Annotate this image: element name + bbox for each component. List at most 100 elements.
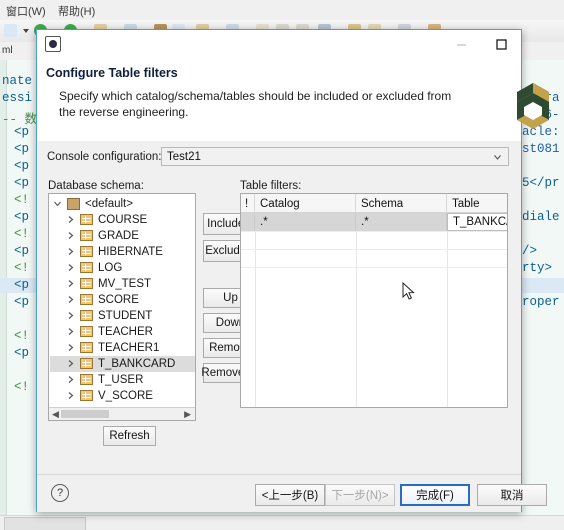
code-line: <p	[14, 295, 30, 309]
code-line: <p	[14, 278, 30, 292]
cell-schema[interactable]: .*	[356, 213, 447, 231]
tree-item-mv_test[interactable]: MV_TEST	[50, 276, 195, 292]
cancel-button[interactable]: 取消	[477, 484, 547, 506]
tree-item-label: HIBERNATE	[98, 246, 163, 258]
tree-root-default[interactable]: <default>	[50, 196, 195, 212]
toolbar-dropdown-1-icon[interactable]	[23, 29, 29, 33]
tree-item-label: TEACHER1	[98, 342, 160, 354]
chevron-right-icon[interactable]	[66, 231, 75, 240]
app-icon	[45, 36, 61, 52]
code-line: <!	[14, 380, 30, 394]
column-header-table[interactable]: Table	[447, 194, 507, 213]
tree-item-label: MV_TEST	[98, 278, 152, 290]
tree-item-label: V_SCORE	[98, 390, 153, 402]
code-line: nate	[2, 74, 33, 88]
code-line: <p	[14, 210, 30, 224]
scroll-left-icon[interactable]: ◀	[52, 409, 59, 419]
tree-item-label: STUDENT	[98, 310, 153, 322]
code-line: diale	[522, 210, 560, 224]
column-header-schema[interactable]: Schema	[356, 194, 447, 213]
chevron-right-icon[interactable]	[66, 375, 75, 384]
tree-item-course[interactable]: COURSE	[50, 212, 195, 228]
cell-catalog[interactable]: .*	[255, 213, 356, 231]
chevron-right-icon[interactable]	[66, 279, 75, 288]
tree-item-teacher1[interactable]: TEACHER1	[50, 340, 195, 356]
grid-row-divider-1	[241, 231, 507, 232]
database-schema-tree[interactable]: <default> COURSE GRADE HIBERNATE LOG MV_TEST S…	[48, 193, 196, 421]
menu-window[interactable]: 窗口(W)	[6, 3, 46, 19]
table-icon	[80, 358, 93, 369]
cell-table-editing[interactable]: T_BANKCARD	[447, 213, 507, 231]
tree-item-grade[interactable]: GRADE	[50, 228, 195, 244]
grid-divider-2	[356, 213, 357, 407]
table-row[interactable]: .* .* T_BANKCARD	[241, 213, 507, 231]
code-line: <!	[14, 193, 30, 207]
tree-item-label: TEACHER	[98, 326, 153, 338]
code-line: st081	[522, 142, 560, 156]
code-line: <p	[14, 176, 30, 190]
dialog-description: Specify which catalog/schema/tables shou…	[59, 89, 452, 119]
tree-item-label: COURSE	[98, 214, 148, 226]
chevron-right-icon[interactable]	[66, 327, 75, 336]
chevron-right-icon[interactable]	[66, 263, 75, 272]
tree-item-log[interactable]: LOG	[50, 260, 195, 276]
table-icon	[80, 230, 93, 241]
tree-horizontal-scrollbar[interactable]: ◀ ▶	[49, 407, 195, 420]
configure-table-filters-dialog: Configure Table filters Specify which ca…	[36, 29, 549, 512]
table-filters-grid[interactable]: ! Catalog Schema Table .* .* T_BANKCARD	[240, 193, 508, 408]
screen-root: 窗口(W) 帮助(H) ml nate essi -- 数 <p <p <p <…	[0, 0, 564, 530]
tree-item-v_score[interactable]: V_SCORE	[50, 388, 195, 404]
tree-item-label: T_BANKCARD	[98, 358, 176, 370]
chevron-right-icon[interactable]	[66, 359, 75, 368]
close-icon[interactable]	[521, 30, 561, 58]
scroll-right-icon[interactable]: ▶	[184, 409, 191, 419]
chevron-right-icon[interactable]	[66, 343, 75, 352]
chevron-right-icon[interactable]	[66, 247, 75, 256]
help-button[interactable]: ?	[51, 484, 69, 502]
back-button[interactable]: <上一步(B)	[255, 484, 325, 506]
close-button[interactable]	[474, 30, 514, 58]
code-line: <p	[14, 125, 30, 139]
table-icon	[80, 214, 93, 225]
editor-tab-label[interactable]: ml	[2, 45, 13, 56]
chevron-right-icon[interactable]	[66, 311, 75, 320]
dialog-header: Configure Table filters Specify which ca…	[37, 58, 549, 142]
tree-item-score[interactable]: SCORE	[50, 292, 195, 308]
grid-row-divider-2	[241, 249, 507, 250]
column-header-flag[interactable]: !	[241, 194, 255, 213]
database-schema-label: Database schema:	[48, 180, 144, 192]
cell-flag[interactable]	[241, 213, 255, 231]
chevron-down-icon[interactable]	[53, 199, 62, 208]
finish-button[interactable]: 完成(F)	[400, 484, 470, 506]
tree-item-t_bankcard[interactable]: T_BANKCARD	[50, 356, 195, 372]
hibernate-logo	[517, 83, 549, 129]
menu-help[interactable]: 帮助(H)	[58, 3, 95, 19]
tree-item-t_user[interactable]: T_USER	[50, 372, 195, 388]
chevron-down-icon	[494, 155, 501, 160]
chevron-right-icon[interactable]	[66, 295, 75, 304]
refresh-button[interactable]: Refresh	[103, 426, 156, 446]
tree-item-student[interactable]: STUDENT	[50, 308, 195, 324]
table-icon	[80, 390, 93, 401]
dialog-body: Console configuration: Test21 Database s…	[37, 141, 521, 474]
dialog-title: Configure Table filters	[46, 66, 178, 80]
console-configuration-combo[interactable]: Test21	[161, 147, 509, 166]
table-icon	[80, 278, 93, 289]
toolbar-icon-new[interactable]	[4, 24, 17, 37]
table-filters-label: Table filters:	[240, 180, 302, 192]
code-line: <p	[14, 159, 30, 173]
column-header-catalog[interactable]: Catalog	[255, 194, 356, 213]
chevron-right-icon[interactable]	[66, 391, 75, 400]
grid-row-divider-3	[241, 267, 507, 268]
table-icon	[80, 326, 93, 337]
tree-item-teacher[interactable]: TEACHER	[50, 324, 195, 340]
scrollbar-thumb[interactable]	[61, 410, 109, 418]
tree-item-label: SCORE	[98, 294, 139, 306]
code-line: <!	[14, 329, 30, 343]
code-line: roper	[522, 295, 560, 309]
dialog-titlebar	[37, 30, 521, 58]
ide-bottom-tab[interactable]	[4, 517, 86, 530]
tree-item-hibernate[interactable]: HIBERNATE	[50, 244, 195, 260]
code-line: <!	[14, 227, 30, 241]
chevron-right-icon[interactable]	[66, 215, 75, 224]
